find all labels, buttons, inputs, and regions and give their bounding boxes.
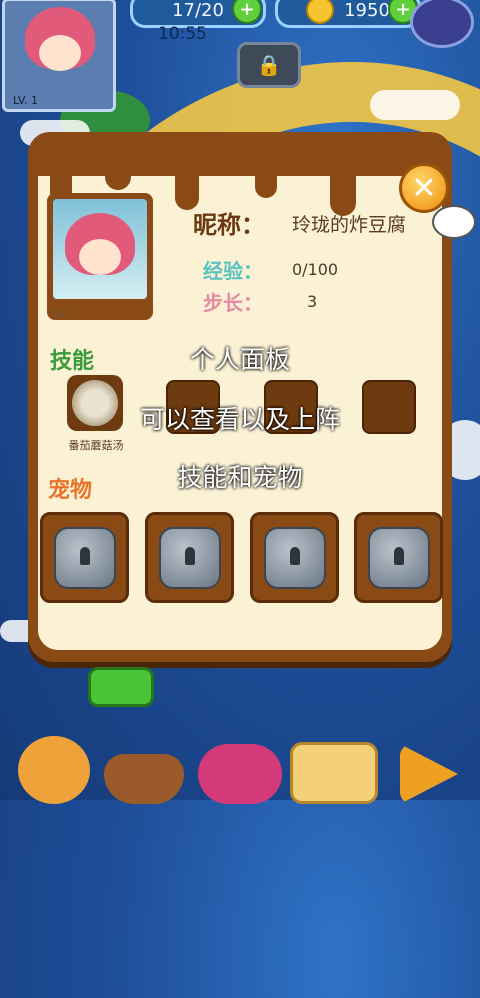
energy-timer: 10:55 — [158, 24, 207, 44]
avatar-thumbnail-level: LV. 1 — [13, 94, 39, 107]
energy-value: 17/20 — [172, 0, 224, 21]
tutorial-text-line-1: 个人面板 — [189, 345, 290, 374]
step-label: 步长： — [203, 291, 263, 315]
coin-value: 1950 — [344, 0, 390, 21]
tutorial-text-line-2: 可以查看以及上阵 — [139, 405, 340, 434]
player-avatar — [47, 193, 153, 320]
experience-value: 0/100 — [292, 260, 339, 279]
monsters-icon[interactable] — [198, 744, 282, 804]
pet-slot-3[interactable] — [250, 512, 339, 603]
monster-icon[interactable] — [410, 0, 474, 48]
step-value: 3 — [307, 292, 318, 311]
lock-icon: 🔒 — [256, 53, 282, 77]
background-cloud — [370, 90, 460, 120]
tutorial-text-line-3: 技能和宠物 — [177, 463, 303, 492]
experience-label: 经验： — [203, 259, 263, 283]
padlock-icon — [158, 526, 221, 589]
coin-icon — [306, 0, 335, 24]
character-menu-icon[interactable] — [18, 736, 90, 804]
cooking-pot-icon[interactable] — [104, 754, 184, 804]
nickname-value: 玲珑的炸豆腐 — [292, 214, 407, 236]
pet-slot-4[interactable] — [354, 512, 443, 603]
pet-slot-1[interactable] — [40, 512, 129, 603]
green-button[interactable] — [88, 667, 154, 707]
padlock-icon — [367, 526, 430, 589]
locked-level-button[interactable]: 🔒 — [237, 42, 301, 88]
close-button[interactable]: ✕ — [399, 163, 449, 213]
mail-envelope-icon[interactable] — [290, 742, 378, 804]
player-portrait — [53, 199, 147, 299]
chocolate-drip-top — [28, 132, 452, 176]
nickname-label: 昵称： — [193, 211, 265, 239]
padlock-icon — [53, 526, 116, 589]
player-avatar-thumbnail[interactable]: LV. 1 — [2, 0, 116, 112]
pointing-hand-icon — [432, 205, 476, 239]
padlock-icon — [263, 526, 326, 589]
close-icon: ✕ — [411, 170, 437, 206]
chocolate-drip — [175, 170, 199, 210]
pet-slot-2[interactable] — [145, 512, 234, 603]
chocolate-drip — [255, 170, 277, 198]
skill-name: 番茄蘑菇汤 — [68, 439, 124, 452]
avatar-level: LV. — [53, 306, 69, 320]
